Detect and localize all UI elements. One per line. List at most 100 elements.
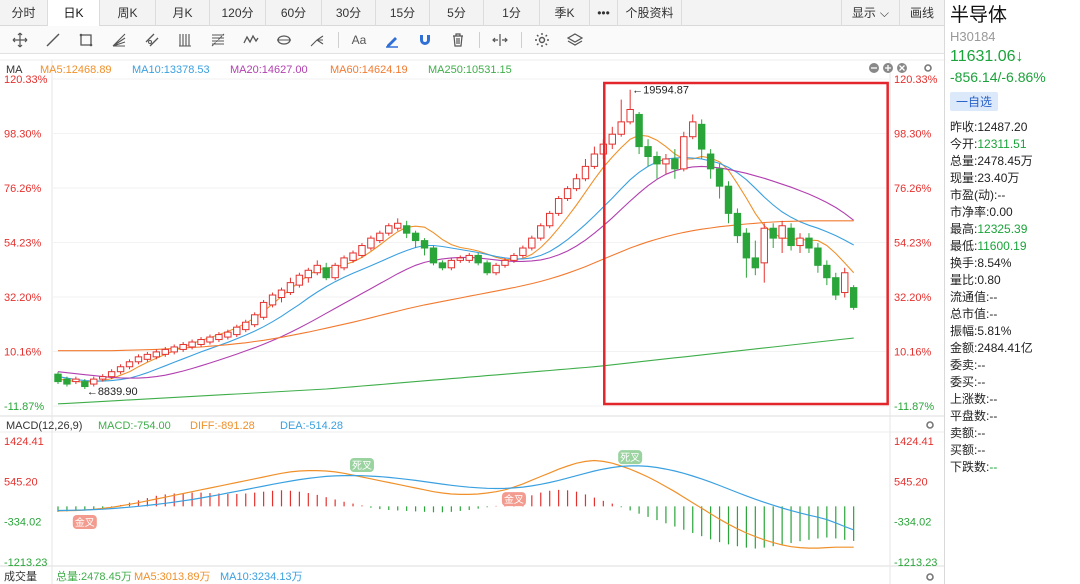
candle-body bbox=[653, 155, 661, 165]
tab-12[interactable]: 个股资料 bbox=[618, 0, 682, 26]
tab-2[interactable]: 周K bbox=[100, 0, 156, 26]
ma-legend-item: MA10:13378.53 bbox=[132, 64, 210, 76]
stat-value: -- bbox=[977, 375, 986, 389]
display-menu-button[interactable]: 显示 ⌵ bbox=[840, 0, 900, 26]
chevron-down-icon: ⌵ bbox=[879, 6, 889, 20]
magnet-button[interactable] bbox=[413, 29, 437, 51]
wave-tool-button[interactable] bbox=[239, 29, 263, 51]
line-tool-button[interactable] bbox=[41, 29, 65, 51]
tab-11[interactable]: ••• bbox=[590, 0, 618, 26]
stat-row: 今开: 12311.51 bbox=[950, 136, 1080, 153]
candle-body bbox=[242, 321, 250, 331]
candle-body bbox=[581, 165, 590, 180]
stat-value: 23.40万 bbox=[977, 171, 1020, 185]
expand-button[interactable] bbox=[488, 29, 512, 51]
tab-1[interactable]: 日K bbox=[48, 0, 100, 26]
tab-9[interactable]: 1分 bbox=[484, 0, 540, 26]
pitchfork-tool-button[interactable] bbox=[305, 29, 329, 51]
stat-value: -- bbox=[989, 409, 998, 423]
candle-body bbox=[706, 153, 715, 170]
tab-6[interactable]: 30分 bbox=[322, 0, 376, 26]
candle-body bbox=[170, 346, 178, 353]
tab-3[interactable]: 月K bbox=[156, 0, 210, 26]
pen-button[interactable] bbox=[380, 29, 404, 51]
candle-body bbox=[99, 376, 107, 380]
tab-0[interactable]: 分时 bbox=[0, 0, 48, 26]
candle-body bbox=[107, 371, 116, 378]
price-axis-label-left: 54.23% bbox=[4, 238, 42, 250]
trash-icon bbox=[453, 32, 463, 47]
fan-tool-button[interactable] bbox=[107, 29, 131, 51]
cycle-tool-button[interactable] bbox=[272, 29, 296, 51]
candle-body bbox=[456, 257, 465, 261]
candle-body bbox=[197, 339, 205, 345]
gann-tool-button[interactable] bbox=[173, 29, 197, 51]
crosshair-icon bbox=[12, 32, 28, 47]
stat-value: -- bbox=[989, 290, 998, 304]
candle-body bbox=[268, 294, 277, 306]
stat-label: 买额: bbox=[950, 443, 978, 457]
candle-body bbox=[188, 341, 196, 348]
chart-area[interactable]: 120.33% 120.33% 98.30% 98.30% 76.26% 76.26% 54… bbox=[0, 54, 944, 584]
candle-body bbox=[438, 262, 447, 269]
rect-tool-button[interactable] bbox=[74, 29, 98, 51]
add-watchlist-button[interactable]: 一自选 bbox=[950, 92, 999, 111]
stat-row: 最高: 12325.39 bbox=[950, 221, 1080, 238]
settings-button[interactable] bbox=[530, 29, 554, 51]
tab-4[interactable]: 120分 bbox=[210, 0, 266, 26]
price-axis-label-left: 76.26% bbox=[4, 183, 42, 195]
candle-body bbox=[465, 254, 473, 261]
tab-5[interactable]: 60分 bbox=[266, 0, 322, 26]
toolbar-separator bbox=[338, 31, 339, 48]
candle-body bbox=[322, 267, 330, 279]
text-tool-button[interactable]: Aa bbox=[347, 29, 371, 51]
candle-body bbox=[152, 351, 161, 358]
fan-tool-icon bbox=[112, 33, 126, 47]
kline-chart[interactable]: 120.33% 120.33%98.30% 98.30%76.26% 76.26%54… bbox=[0, 54, 944, 584]
candle-body bbox=[823, 264, 831, 279]
candle-body bbox=[304, 269, 313, 279]
high-price-annotation: ←19594.87 bbox=[632, 85, 689, 97]
candle-body bbox=[259, 301, 268, 318]
tab-8[interactable]: 5分 bbox=[430, 0, 484, 26]
stat-value: -- bbox=[977, 358, 986, 372]
macd-axis-label-right: -1213.23 bbox=[894, 557, 937, 569]
stat-row: 平盘数: -- bbox=[950, 408, 1080, 425]
draw-line-button[interactable]: 画线 bbox=[900, 0, 944, 26]
tab-10[interactable]: 季K bbox=[540, 0, 590, 26]
stat-value: -- bbox=[997, 188, 1006, 202]
grid-layer bbox=[0, 54, 944, 584]
candle-body bbox=[447, 259, 456, 269]
stat-row: 金额: 2484.41亿 bbox=[950, 340, 1080, 357]
tab-7[interactable]: 15分 bbox=[376, 0, 430, 26]
candle-body bbox=[778, 225, 786, 239]
stat-label: 最高: bbox=[950, 222, 978, 236]
macd-axis-label-right: 1424.41 bbox=[894, 436, 934, 448]
candle-body bbox=[143, 353, 152, 360]
price-axis-label-right: 76.26% bbox=[894, 183, 932, 195]
stat-value: 0.00 bbox=[989, 205, 1013, 219]
pitchfork-tool-icon bbox=[310, 35, 324, 46]
stat-row: 现量: 23.40万 bbox=[950, 170, 1080, 187]
crosshair-button[interactable] bbox=[8, 29, 32, 51]
stat-label: 金额: bbox=[950, 341, 978, 355]
magnet-icon bbox=[420, 34, 430, 45]
stat-label: 卖额: bbox=[950, 426, 978, 440]
rect-tool-icon bbox=[79, 33, 93, 46]
macd-legend-item: MACD:-754.00 bbox=[98, 420, 171, 432]
trash-button[interactable] bbox=[446, 29, 470, 51]
candle-body bbox=[680, 136, 688, 170]
candle-body bbox=[474, 254, 482, 264]
fib-tool-button[interactable] bbox=[206, 29, 230, 51]
candle-body bbox=[849, 287, 858, 308]
candle-body bbox=[769, 227, 777, 239]
price-axis-label-right: -11.87% bbox=[894, 401, 934, 413]
layers-button[interactable] bbox=[563, 29, 587, 51]
candle-body bbox=[224, 331, 232, 338]
stat-value: 0.80 bbox=[977, 273, 1001, 287]
stat-row: 市净率: 0.00 bbox=[950, 204, 1080, 221]
candle-body bbox=[313, 264, 321, 274]
channel-tool-button[interactable] bbox=[140, 29, 164, 51]
candle-body bbox=[286, 282, 295, 294]
candle-body bbox=[635, 113, 643, 148]
